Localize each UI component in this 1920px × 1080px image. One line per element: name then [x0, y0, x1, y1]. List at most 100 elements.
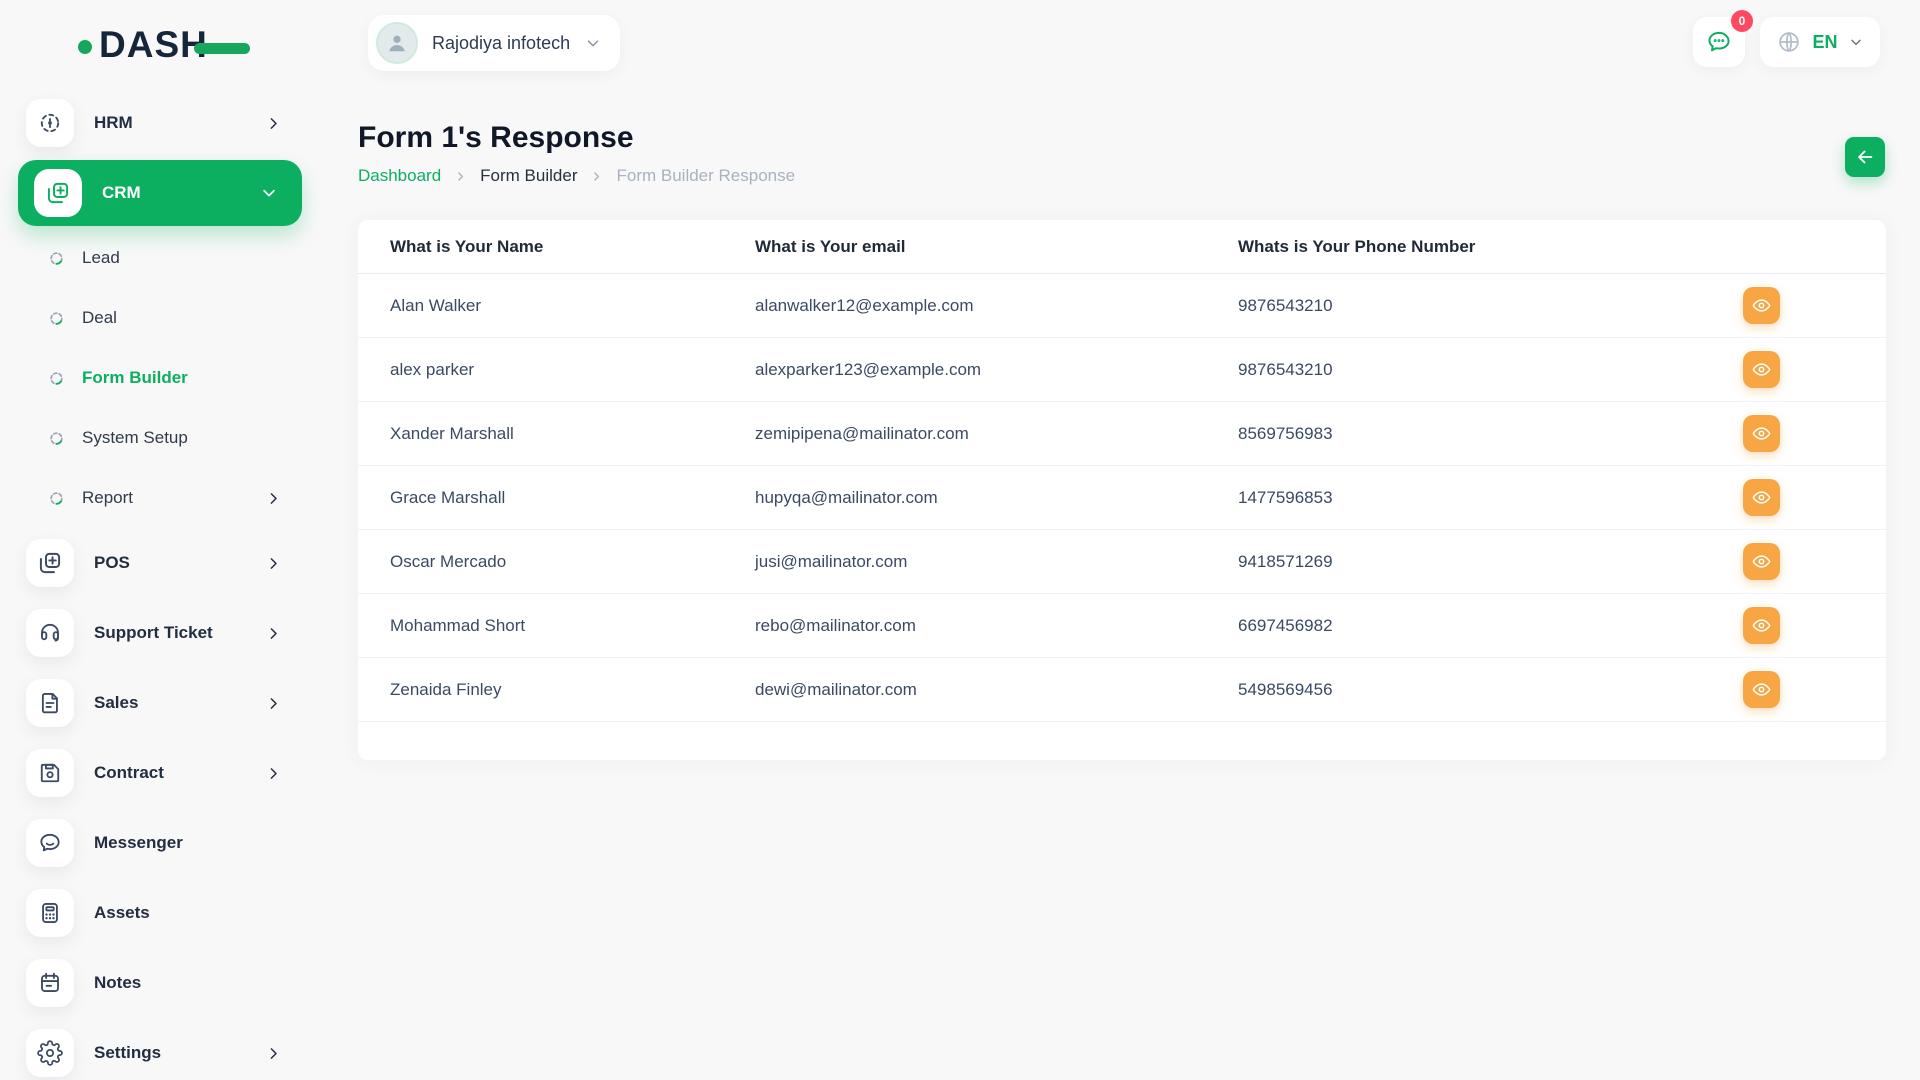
view-response-button[interactable] [1743, 671, 1780, 708]
column-header: Whats is Your Phone Number [1238, 237, 1743, 257]
gear-icon [26, 1029, 74, 1077]
sidebar-item-label: Messenger [94, 833, 183, 853]
topbar: DASH Rajodiya infotech 0 [0, 0, 1920, 90]
sidebar-item-notes[interactable]: Notes [0, 948, 310, 1018]
table-row: Oscar Mercado jusi@mailinator.com 941857… [358, 530, 1886, 594]
chevron-right-icon [265, 1045, 282, 1062]
cell-phone: 8569756983 [1238, 424, 1743, 444]
sidebar-item-label: Report [82, 488, 133, 508]
cell-email: alanwalker12@example.com [755, 296, 1238, 316]
company-dropdown[interactable]: Rajodiya infotech [368, 15, 620, 71]
sidebar-item-messenger[interactable]: Messenger [0, 808, 310, 878]
save-icon [26, 749, 74, 797]
eye-icon [1751, 487, 1772, 508]
eye-icon [1751, 615, 1772, 636]
sidebar-item-hrm[interactable]: HRM [0, 88, 310, 158]
sidebar-item-system-setup[interactable]: System Setup [0, 408, 310, 468]
view-response-button[interactable] [1743, 543, 1780, 580]
view-response-button[interactable] [1743, 351, 1780, 388]
cell-name: Alan Walker [358, 296, 755, 316]
sidebar-nav: HRM CRM Lead Deal Form Builder System Se… [0, 88, 310, 1080]
avatar [376, 22, 418, 64]
sidebar-item-settings[interactable]: Settings [0, 1018, 310, 1080]
page-title: Form 1's Response [358, 121, 634, 155]
brand-logo[interactable]: DASH [78, 22, 253, 66]
sidebar-item-pos[interactable]: POS [0, 528, 310, 598]
sidebar-item-label: Support Ticket [94, 623, 213, 643]
cell-email: jusi@mailinator.com [755, 552, 1238, 572]
back-button[interactable] [1845, 137, 1885, 177]
chevron-right-icon [454, 170, 467, 183]
table-row: Zenaida Finley dewi@mailinator.com 54985… [358, 658, 1886, 722]
view-response-button[interactable] [1743, 607, 1780, 644]
sidebar-item-sales[interactable]: Sales [0, 668, 310, 738]
sidebar-item-crm[interactable]: CRM [18, 158, 302, 228]
table-row: Alan Walker alanwalker12@example.com 987… [358, 274, 1886, 338]
cell-name: Mohammad Short [358, 616, 755, 636]
spinner-icon [48, 430, 65, 447]
chat-bubble-icon [1705, 28, 1733, 56]
eye-icon [1751, 679, 1772, 700]
sidebar-item-label: System Setup [82, 428, 188, 448]
breadcrumb-form-builder[interactable]: Form Builder [480, 166, 577, 186]
target-icon [26, 99, 74, 147]
modules-icon [34, 169, 82, 217]
cell-name: Zenaida Finley [358, 680, 755, 700]
arrow-left-icon [1854, 146, 1876, 168]
language-code: EN [1812, 32, 1837, 53]
globe-icon [1776, 29, 1802, 55]
view-response-button[interactable] [1743, 415, 1780, 452]
chevron-down-icon [260, 184, 278, 202]
sidebar-item-deal[interactable]: Deal [0, 288, 310, 348]
cell-email: rebo@mailinator.com [755, 616, 1238, 636]
view-response-button[interactable] [1743, 479, 1780, 516]
cell-email: hupyqa@mailinator.com [755, 488, 1238, 508]
calculator-icon [26, 889, 74, 937]
chevron-right-icon [265, 115, 282, 132]
sidebar-item-contract[interactable]: Contract [0, 738, 310, 808]
sidebar-item-label: POS [94, 553, 130, 573]
table-row: alex parker alexparker123@example.com 98… [358, 338, 1886, 402]
sidebar-item-lead[interactable]: Lead [0, 228, 310, 288]
sidebar-item-label: HRM [94, 113, 133, 133]
messages-button[interactable]: 0 [1693, 17, 1745, 67]
topbar-actions: 0 EN [1693, 17, 1880, 67]
sidebar-item-support-ticket[interactable]: Support Ticket [0, 598, 310, 668]
eye-icon [1751, 423, 1772, 444]
spinner-icon [48, 370, 65, 387]
logo-dash-icon [194, 43, 250, 54]
language-selector[interactable]: EN [1760, 17, 1880, 67]
cell-phone: 5498569456 [1238, 680, 1743, 700]
cell-phone: 9418571269 [1238, 552, 1743, 572]
table-header-row: What is Your NameWhat is Your emailWhats… [358, 220, 1886, 274]
chat-icon [26, 819, 74, 867]
cell-email: dewi@mailinator.com [755, 680, 1238, 700]
cell-phone: 1477596853 [1238, 488, 1743, 508]
eye-icon [1751, 295, 1772, 316]
company-name: Rajodiya infotech [432, 33, 570, 54]
document-icon [26, 679, 74, 727]
cell-email: zemipipena@mailinator.com [755, 424, 1238, 444]
sidebar-item-report[interactable]: Report [0, 468, 310, 528]
spinner-icon [48, 490, 65, 507]
breadcrumb-dashboard[interactable]: Dashboard [358, 166, 441, 186]
sidebar-item-label: Form Builder [82, 368, 188, 388]
cell-phone: 6697456982 [1238, 616, 1743, 636]
cell-name: Xander Marshall [358, 424, 755, 444]
sidebar-item-assets[interactable]: Assets [0, 878, 310, 948]
view-response-button[interactable] [1743, 287, 1780, 324]
chevron-right-icon [265, 695, 282, 712]
logo-dot-icon [78, 40, 92, 54]
sidebar-item-label: Notes [94, 973, 141, 993]
sidebar-item-label: Contract [94, 763, 164, 783]
eye-icon [1751, 551, 1772, 572]
breadcrumb: DashboardForm BuilderForm Builder Respon… [358, 166, 795, 186]
chevron-down-icon [1848, 34, 1864, 50]
sidebar-item-form-builder[interactable]: Form Builder [0, 348, 310, 408]
messages-badge: 0 [1731, 10, 1753, 32]
chevron-right-icon [265, 490, 282, 507]
calendar-icon [26, 959, 74, 1007]
sidebar-item-label: Deal [82, 308, 117, 328]
sidebar-item-label: Assets [94, 903, 150, 923]
spinner-icon [48, 310, 65, 327]
